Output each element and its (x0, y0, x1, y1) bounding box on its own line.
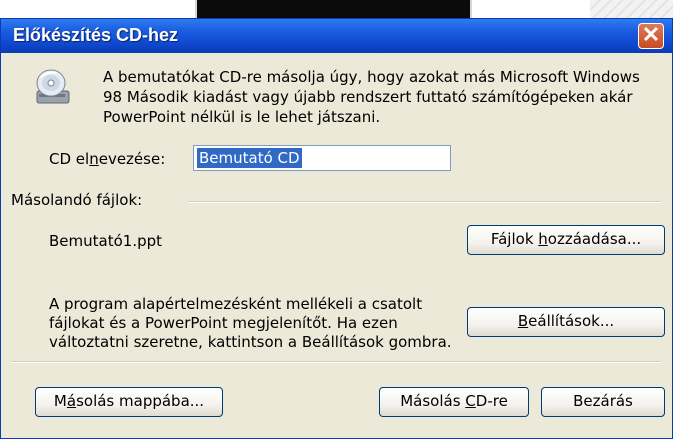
background-window (195, 0, 472, 20)
copy-to-folder-button[interactable]: Másolás mappába... (35, 387, 223, 417)
options-button[interactable]: Beállítások... (467, 307, 665, 337)
close-icon[interactable]: ✕ (638, 23, 664, 49)
cd-name-label: CD elnevezése: (49, 150, 166, 168)
cd-name-value: Bemutató CD (197, 148, 302, 168)
files-section-header: Másolandó fájlok: (11, 191, 143, 209)
dialog-window: Előkészítés CD-hez ✕ A bemutatókat CD-re… (0, 18, 673, 439)
description-text: A program alapértelmezésként mellékeli a… (49, 295, 452, 351)
intro-text: A bemutatókat CD-re másolja úgy, hogy az… (103, 68, 640, 126)
title-bar[interactable]: Előkészítés CD-hez ✕ (1, 19, 672, 53)
files-separator (189, 201, 661, 203)
cd-name-field[interactable]: Bemutató CD (193, 145, 451, 171)
add-files-button[interactable]: Fájlok hozzáadása... (467, 225, 665, 255)
footer-separator (11, 361, 661, 363)
dialog-title: Előkészítés CD-hez (13, 25, 179, 45)
copy-to-cd-button[interactable]: Másolás CD-re (379, 387, 529, 417)
file-list-item[interactable]: Bemutató1.ppt (49, 232, 162, 250)
close-button[interactable]: Bezárás (541, 387, 665, 417)
cd-drive-icon (36, 69, 70, 104)
